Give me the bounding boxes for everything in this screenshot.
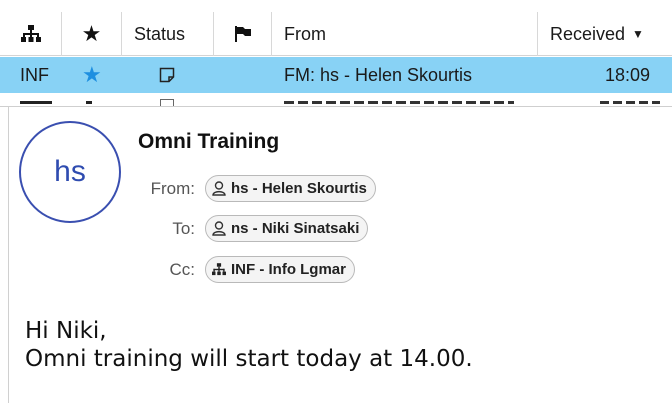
message-body-line: Hi Niki, xyxy=(25,318,107,344)
star-icon: ★ xyxy=(81,21,102,46)
message-row-selected[interactable]: INF ★ FM: hs - Helen Skourtis 18:09 xyxy=(0,57,672,93)
message-body-line: Omni training will start today at 14.00. xyxy=(25,346,473,372)
cc-group-chip[interactable]: INF - Info Lgmar xyxy=(205,256,355,283)
person-icon xyxy=(212,221,226,236)
message-list-header: ★ Status From Received ▼ xyxy=(0,12,672,56)
person-icon xyxy=(212,181,226,196)
from-label: From: xyxy=(150,179,195,198)
column-from[interactable]: From xyxy=(272,12,538,56)
hierarchy-icon xyxy=(20,25,41,42)
list-divider xyxy=(0,106,672,107)
message-row-partial[interactable] xyxy=(0,93,672,106)
column-flag[interactable] xyxy=(214,12,272,56)
pane-left-border xyxy=(8,107,9,403)
starred-icon[interactable]: ★ xyxy=(82,57,102,93)
flag-icon xyxy=(234,26,251,42)
from-contact-chip[interactable]: hs - Helen Skourtis xyxy=(205,175,376,202)
from-cell: FM: hs - Helen Skourtis xyxy=(284,64,473,85)
account-cell: INF xyxy=(20,64,49,85)
column-received[interactable]: Received ▼ xyxy=(538,12,672,56)
column-status[interactable]: Status xyxy=(122,12,214,56)
received-cell: 18:09 xyxy=(605,64,651,85)
to-contact-chip[interactable]: ns - Niki Sinatsaki xyxy=(205,215,369,242)
column-group[interactable] xyxy=(0,12,62,56)
group-icon xyxy=(212,263,226,276)
sort-descending-icon: ▼ xyxy=(632,27,644,41)
note-icon xyxy=(159,57,175,93)
message-subject: Omni Training xyxy=(138,130,280,153)
cc-label: Cc: xyxy=(169,260,196,279)
column-star[interactable]: ★ xyxy=(62,12,122,56)
to-label: To: xyxy=(172,219,195,238)
avatar[interactable]: hs xyxy=(19,121,121,223)
